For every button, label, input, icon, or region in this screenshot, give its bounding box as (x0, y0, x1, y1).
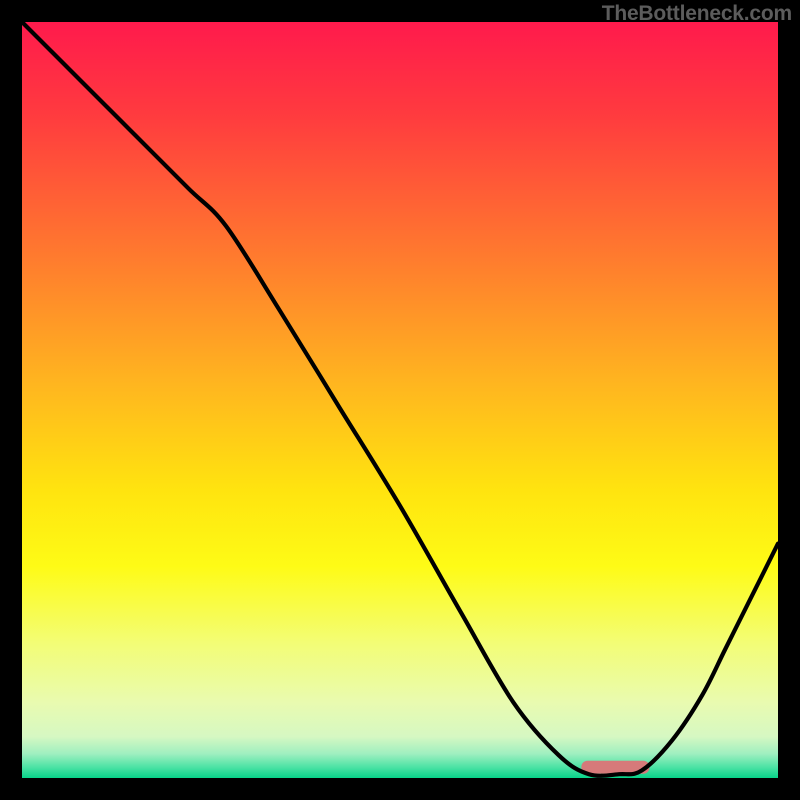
curve-overlay (22, 22, 778, 778)
bottleneck-curve (22, 22, 778, 776)
plot-area (22, 22, 778, 778)
chart-frame: TheBottleneck.com (0, 0, 800, 800)
